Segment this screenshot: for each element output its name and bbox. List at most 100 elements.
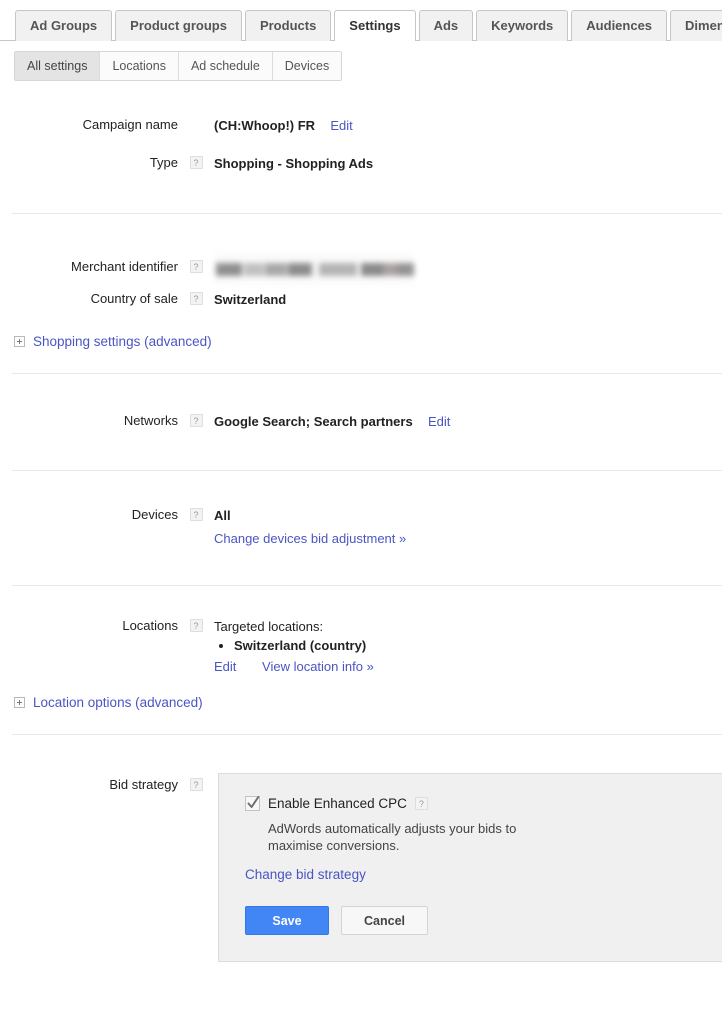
setting-row-bid-strategy: Bid strategy ? Enable Enhanced CPC ? AdW… — [0, 773, 722, 962]
tab-label: Ads — [433, 18, 459, 33]
networks-value: Google Search; Search partners — [214, 414, 413, 429]
tab-dimensions[interactable]: Dimensions — [670, 10, 722, 41]
setting-row-country-of-sale: Country of sale ? Switzerland — [0, 290, 722, 309]
help-icon[interactable]: ? — [189, 508, 203, 521]
checkmark-icon — [247, 796, 260, 808]
divider-3 — [12, 470, 722, 471]
devices-value: All — [214, 508, 231, 523]
divider-5 — [12, 734, 722, 735]
change-bid-strategy-link[interactable]: Change bid strategy — [245, 867, 366, 882]
merchant-identifier-value-group — [214, 254, 722, 284]
subtab-label: All settings — [27, 59, 88, 73]
change-bid-strategy-row: Change bid strategy — [245, 867, 722, 882]
targeted-locations-list: Switzerland (country) — [214, 637, 722, 655]
enable-enhanced-cpc-label: Enable Enhanced CPC — [268, 796, 407, 811]
help-icon[interactable]: ? — [189, 778, 203, 791]
country-of-sale-label: Country of sale — [90, 291, 178, 306]
help-icon[interactable]: ? — [189, 156, 203, 169]
tab-label: Settings — [349, 18, 401, 33]
type-value-group: Shopping - Shopping Ads — [214, 154, 722, 173]
locations-links: Edit View location info » — [214, 657, 722, 676]
campaign-name-help-spacer — [178, 116, 214, 118]
tab-audiences[interactable]: Audiences — [571, 10, 668, 41]
bid-strategy-description: AdWords automatically adjusts your bids … — [268, 821, 517, 853]
subtab-label: Devices — [284, 59, 330, 73]
locations-label: Locations — [122, 618, 178, 633]
setting-row-type: Type ? Shopping - Shopping Ads — [0, 154, 722, 173]
enhanced-cpc-row: Enable Enhanced CPC ? — [245, 796, 722, 811]
country-of-sale-value: Switzerland — [214, 292, 287, 307]
country-of-sale-help-wrap: ? — [178, 290, 214, 305]
plus-icon[interactable] — [14, 336, 25, 347]
networks-value-line: Google Search; Search partners Edit — [214, 412, 722, 431]
devices-help-wrap: ? — [178, 506, 214, 521]
shopping-settings-advanced-link[interactable]: Shopping settings (advanced) — [33, 334, 212, 349]
networks-label: Networks — [123, 413, 178, 428]
primary-tab-bar: Ad Groups Product groups Products Settin… — [0, 0, 722, 42]
cancel-button[interactable]: Cancel — [341, 906, 428, 935]
tab-label: Dimensions — [685, 18, 722, 33]
setting-row-merchant-identifier: Merchant identifier ? — [0, 254, 722, 284]
tab-label: Product groups — [130, 18, 227, 33]
devices-value-group: All Change devices bid adjustment » — [214, 506, 722, 548]
tab-label: Audiences — [586, 18, 653, 33]
divider-1 — [12, 213, 722, 214]
locations-value-group: Targeted locations: Switzerland (country… — [214, 617, 722, 676]
campaign-name-value-line: (CH:Whoop!) FR Edit — [214, 116, 722, 135]
help-icon[interactable]: ? — [189, 292, 203, 305]
bid-strategy-label: Bid strategy — [109, 777, 178, 792]
locations-edit-link[interactable]: Edit — [214, 659, 236, 674]
subtab-label: Ad schedule — [190, 59, 260, 73]
type-help-wrap: ? — [178, 154, 214, 169]
targeted-locations-heading: Targeted locations: — [214, 619, 324, 634]
save-button[interactable]: Save — [245, 906, 329, 935]
settings-content: Campaign name (CH:Whoop!) FR Edit Type ?… — [0, 116, 722, 962]
secondary-tab-bar: All settings Locations Ad schedule Devic… — [0, 41, 722, 83]
setting-row-locations: Locations ? Targeted locations: Switzerl… — [0, 617, 722, 676]
divider-4 — [12, 585, 722, 586]
plus-icon[interactable] — [14, 697, 25, 708]
subtab-devices[interactable]: Devices — [272, 52, 342, 80]
devices-change-line: Change devices bid adjustment » — [214, 529, 722, 548]
bid-strategy-help-wrap: ? — [178, 776, 214, 791]
help-icon[interactable]: ? — [414, 797, 428, 810]
tab-products[interactable]: Products — [244, 10, 332, 41]
setting-row-devices: Devices ? All Change devices bid adjustm… — [0, 506, 722, 548]
bid-strategy-panel: Enable Enhanced CPC ? AdWords automatica… — [218, 773, 722, 962]
setting-row-networks: Networks ? Google Search; Search partner… — [0, 412, 722, 431]
tab-ad-groups[interactable]: Ad Groups — [15, 10, 113, 41]
expander-shopping-settings[interactable]: Shopping settings (advanced) — [0, 334, 722, 349]
location-options-advanced-link[interactable]: Location options (advanced) — [33, 695, 203, 710]
tab-label: Products — [259, 18, 317, 33]
locations-help-wrap: ? — [178, 617, 214, 632]
secondary-tabs: All settings Locations Ad schedule Devic… — [14, 51, 343, 81]
subtab-label: Locations — [112, 59, 166, 73]
list-item: Switzerland (country) — [234, 637, 722, 655]
networks-edit-link[interactable]: Edit — [428, 414, 450, 429]
change-devices-bid-adjustment-link[interactable]: Change devices bid adjustment » — [214, 531, 406, 546]
networks-value-group: Google Search; Search partners Edit — [214, 412, 722, 431]
subtab-all-settings[interactable]: All settings — [15, 52, 101, 80]
tab-keywords[interactable]: Keywords — [476, 10, 569, 41]
tab-product-groups[interactable]: Product groups — [115, 10, 242, 41]
help-icon[interactable]: ? — [189, 619, 203, 632]
tab-label: Keywords — [491, 18, 554, 33]
primary-tabs: Ad Groups Product groups Products Settin… — [0, 0, 722, 42]
expander-location-options[interactable]: Location options (advanced) — [0, 695, 722, 710]
campaign-name-edit-link[interactable]: Edit — [330, 118, 352, 133]
help-icon[interactable]: ? — [189, 414, 203, 427]
tab-ads[interactable]: Ads — [418, 10, 474, 41]
enable-enhanced-cpc-checkbox[interactable] — [245, 796, 260, 811]
networks-help-wrap: ? — [178, 412, 214, 427]
view-location-info-link[interactable]: View location info » — [262, 659, 374, 674]
tab-settings[interactable]: Settings — [334, 10, 416, 42]
tab-label: Ad Groups — [30, 18, 98, 33]
subtab-ad-schedule[interactable]: Ad schedule — [178, 52, 273, 80]
subtab-locations[interactable]: Locations — [100, 52, 179, 80]
help-icon[interactable]: ? — [189, 260, 203, 273]
campaign-name-value-group: (CH:Whoop!) FR Edit — [214, 116, 722, 135]
devices-label: Devices — [131, 507, 178, 522]
campaign-name-value: (CH:Whoop!) FR — [214, 118, 316, 133]
merchant-identifier-redacted-value — [214, 254, 414, 284]
campaign-name-label: Campaign name — [82, 117, 178, 132]
